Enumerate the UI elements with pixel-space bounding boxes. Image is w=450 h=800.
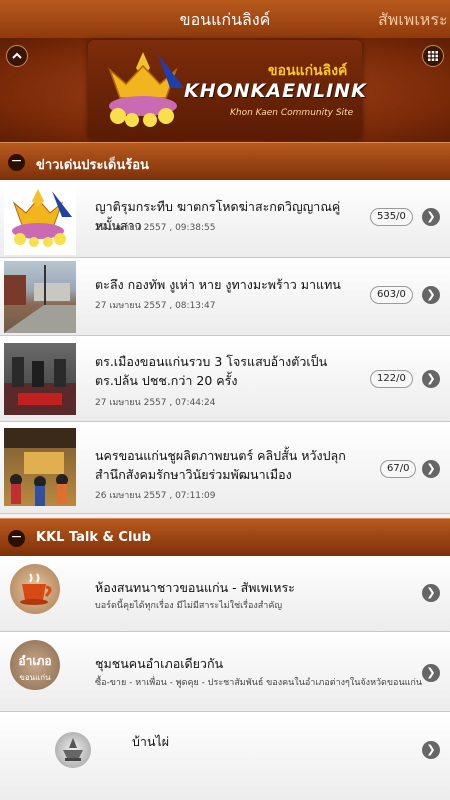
logo-thai-text: ขอนแก่นลิงค์ [268, 63, 348, 79]
view-count-badge: 603/0 [370, 286, 413, 304]
temple-icon [55, 732, 91, 768]
club-title: ชุมชนคนอำเภอเดียวกัน [95, 656, 224, 671]
view-count-badge: 122/0 [370, 370, 413, 388]
chevron-right-icon[interactable]: ❯ [422, 584, 440, 602]
collapse-icon[interactable]: − [8, 530, 25, 547]
news-thumbnail-photo [4, 343, 76, 415]
view-count-badge: 535/0 [370, 208, 413, 226]
club-description: บอร์ดนี้คุยได้ทุกเรื่อง มีไม่มีสาระไม่ใช… [95, 601, 283, 611]
club-item-1[interactable]: ห้องสนทนาชาวขอนแก่น - สัพเพเหระ บอร์ดนี้… [0, 556, 450, 632]
chevron-right-icon[interactable]: ❯ [422, 664, 440, 682]
district-icon-subtext: ขอนแก่น [19, 673, 51, 682]
coffee-cup-icon [10, 564, 60, 614]
news-date: 27 เมษายน 2557 , 08:13:47 [95, 301, 216, 311]
chevron-right-icon[interactable]: ❯ [422, 741, 440, 759]
chevron-right-icon[interactable]: ❯ [422, 208, 440, 226]
next-page-title[interactable]: สัพเพเหระ [378, 8, 448, 33]
news-section-header[interactable]: − ข่าวเด่นประเด็นร้อน [0, 142, 450, 180]
club-description: ซื้อ-ขาย - หาเพื่อน - พูดคุย - ประชาสัมพ… [95, 678, 423, 688]
news-title: นครขอนแก่นชูผลิตภาพยนตร์ คลิปสั้น หวังปล… [95, 448, 346, 482]
logo-main-text: KHONKAENLINK [184, 80, 367, 102]
collapse-icon[interactable]: − [8, 154, 25, 171]
club-item-3[interactable]: บ้านไผ่ ❯ [0, 712, 450, 800]
site-logo[interactable]: ขอนแก่นลิงค์ KHONKAENLINK Khon Kaen Comm… [88, 40, 366, 140]
news-date: 27 เมษายน 2557 , 07:44:24 [95, 398, 216, 408]
chevron-right-icon[interactable]: ❯ [422, 286, 440, 304]
news-title: ตร.เมืองขอนแก่นรวบ 3 โจรแสบอ้างตัวเป็น ต… [95, 354, 328, 388]
banner: ขอนแก่นลิงค์ KHONKAENLINK Khon Kaen Comm… [0, 38, 450, 142]
news-title: ตะลึง กองทัพ งูเห่า หาย งูทางมะพร้าว มาแ… [95, 277, 341, 292]
club-item-2[interactable]: อำเภอ ขอนแก่น ชุมชนคนอำเภอเดียวกัน ซื้อ-… [0, 632, 450, 712]
news-item-4[interactable]: นครขอนแก่นชูผลิตภาพยนตร์ คลิปสั้น หวังปล… [0, 422, 450, 514]
top-bar: ขอนแก่นลิงค์ สัพเพเหระ [0, 0, 450, 38]
view-count-badge: 67/0 [380, 460, 417, 478]
news-thumbnail-photo [4, 261, 76, 333]
club-section-header[interactable]: − KKL Talk & Club [0, 518, 450, 556]
chevron-up-icon[interactable] [6, 45, 28, 67]
club-title: บ้านไผ่ [132, 734, 170, 749]
district-icon-text: อำเภอ [18, 654, 52, 668]
news-item-2[interactable]: ตะลึง กองทัพ งูเห่า หาย งูทางมะพร้าว มาแ… [0, 258, 450, 336]
news-item-1[interactable]: ญาติรุมกระทืบ ฆาตกรโหดฆ่าสะกดวิญญาณคู่หม… [0, 180, 450, 258]
news-section-title: ข่าวเด่นประเด็นร้อน [36, 158, 149, 173]
news-date: 27 เมษายน 2557 , 09:38:55 [95, 223, 216, 233]
news-item-3[interactable]: ตร.เมืองขอนแก่นรวบ 3 โจรแสบอ้างตัวเป็น ต… [0, 336, 450, 422]
club-title: ห้องสนทนาชาวขอนแก่น - สัพเพเหระ [95, 580, 295, 595]
chevron-right-icon[interactable]: ❯ [422, 460, 440, 478]
news-thumbnail-photo [4, 428, 76, 506]
chevron-right-icon[interactable]: ❯ [422, 370, 440, 388]
news-thumbnail-logo [4, 183, 76, 255]
logo-subtitle: Khon Kaen Community Site [230, 108, 354, 118]
crown-logo-icon [108, 52, 184, 127]
district-icon: อำเภอ ขอนแก่น [10, 640, 60, 690]
news-date: 26 เมษายน 2557 , 07:11:09 [95, 491, 216, 501]
club-section-title: KKL Talk & Club [36, 530, 151, 545]
grid-icon[interactable] [422, 45, 444, 67]
